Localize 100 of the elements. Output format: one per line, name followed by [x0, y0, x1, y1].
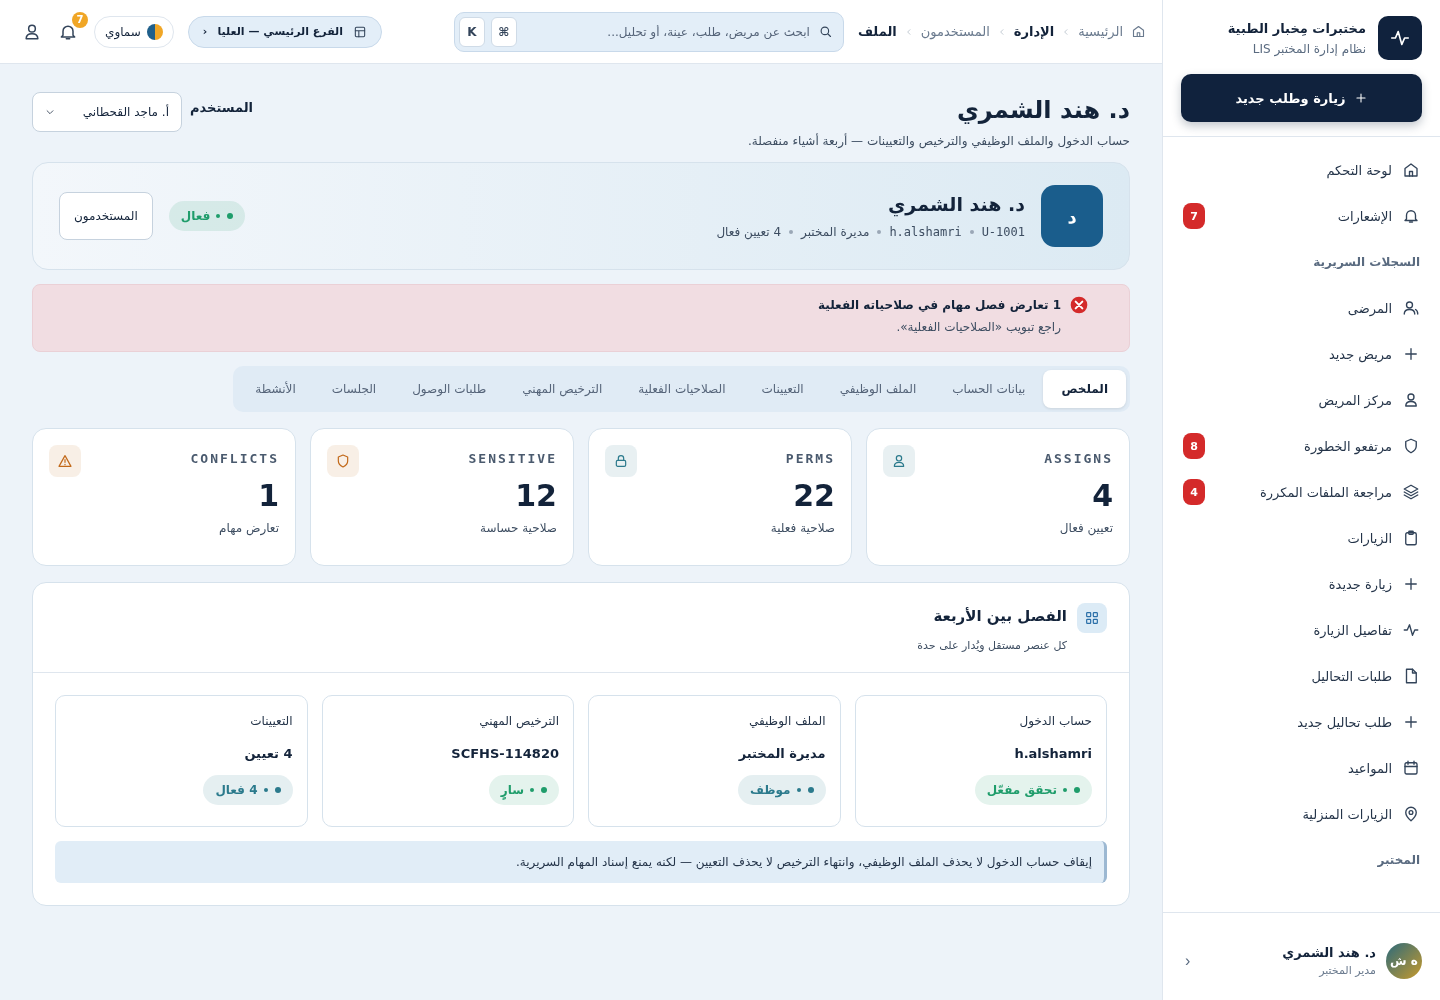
clipboard-icon: [1402, 529, 1420, 547]
user-icon: [1402, 391, 1420, 409]
notification-badge: 7: [72, 11, 88, 28]
brand-subtitle: نظام إدارة المختبر LIS: [1251, 41, 1366, 56]
new-visit-button[interactable]: زيارة وطلب جديد: [1181, 74, 1422, 122]
stat-value: 12: [515, 478, 557, 513]
stat-caption: تعيين فعال: [1059, 521, 1113, 535]
collapse-button[interactable]: ‹: [1181, 951, 1195, 970]
nav-item[interactable]: تفاصيل الزيارة: [1183, 622, 1392, 638]
layers-icon: [1402, 483, 1420, 501]
stat-caption: صلاحية فعلية: [770, 521, 835, 535]
alert-title: 1 تعارض فصل مهام في صلاحياته الفعلية: [818, 298, 1061, 312]
nav-item[interactable]: المواعيد: [1183, 760, 1392, 776]
keyboard-key: ⌘: [490, 16, 517, 47]
count-badge: 4: [1183, 479, 1205, 505]
stat-caption: تعارض مهام: [219, 521, 279, 535]
stat-label: ASSIGNS: [1044, 451, 1113, 466]
tab[interactable]: الصلاحيات الفعلية: [620, 370, 744, 408]
stat-caption: صلاحية حساسة: [480, 521, 557, 535]
home-icon: [1402, 161, 1420, 179]
page-subtitle: حساب الدخول والملف الوظيفي والترخيص والتعيينات — أربعة أشياء منفصلة.: [747, 134, 1130, 148]
stat-value: 1: [258, 478, 279, 513]
count-badge: 8: [1183, 433, 1205, 459]
plus-icon: [1402, 575, 1420, 593]
info-value: 4 تعيين: [244, 746, 293, 761]
chevron-icon: [904, 27, 913, 36]
bell-icon: [1402, 207, 1420, 225]
profile-meta: U-1001: [981, 225, 1025, 239]
user-select[interactable]: أ. ماجد القحطاني: [32, 92, 182, 132]
users-button[interactable]: المستخدمون: [59, 192, 153, 240]
users-icon: [1402, 299, 1420, 317]
chevron-icon: [997, 27, 1006, 36]
nav-item[interactable]: مراجعة الملفات المكررة: [1215, 484, 1392, 500]
nav-item[interactable]: لوحة التحكم: [1183, 162, 1392, 178]
stat-value: 4: [1092, 478, 1113, 513]
info-label: التعيينات: [250, 714, 293, 728]
error-icon: [1069, 295, 1089, 315]
info-label: الملف الوظيفي: [748, 714, 826, 728]
profile-meta: h.alshamri: [889, 225, 962, 239]
tab[interactable]: الملخص: [1043, 370, 1126, 408]
nav-item[interactable]: طلب تحاليل جديد: [1183, 714, 1392, 730]
location-pin-icon: [1402, 805, 1420, 823]
nav-section-label: المختبر: [1376, 852, 1420, 869]
pulse-icon: [1402, 621, 1420, 639]
field-label: المستخدم: [190, 100, 253, 115]
info-label: حساب الدخول: [1019, 714, 1092, 728]
logo-icon: [1378, 16, 1422, 60]
nav-item[interactable]: طلبات التحاليل: [1183, 668, 1392, 684]
breadcrumb-link[interactable]: المستخدمون: [920, 24, 990, 39]
nav-item[interactable]: الزيارات: [1183, 530, 1392, 546]
tab[interactable]: بيانات الحساب: [934, 370, 1044, 408]
plus-icon: [1402, 713, 1420, 731]
avatar: ه ش: [1386, 942, 1422, 979]
chevron-down-icon: [45, 107, 55, 117]
theme-toggle[interactable]: سماوي: [94, 15, 174, 48]
nav-item[interactable]: الإشعارات: [1215, 208, 1392, 224]
chevron-icon: [1062, 27, 1071, 36]
grid-icon: [1084, 610, 1100, 626]
profile-name: د. هند الشمري: [886, 193, 1025, 215]
breadcrumb-link[interactable]: الرئيسية: [1078, 24, 1123, 39]
tab[interactable]: التعيينات: [743, 370, 822, 408]
nav-item[interactable]: مركز المريض: [1183, 392, 1392, 408]
calendar-icon: [1402, 759, 1420, 777]
profile-meta: 4 تعيين فعال: [716, 225, 782, 239]
count-badge: 7: [1183, 203, 1205, 229]
plus-icon: [1402, 345, 1420, 363]
nav-item[interactable]: مريض جديد: [1183, 346, 1392, 362]
breadcrumb-link[interactable]: الملف: [857, 24, 897, 39]
info-label: الترخيص المهني: [479, 714, 559, 728]
stat-label: PERMS: [785, 451, 835, 466]
status-chip: سارٍ: [488, 775, 559, 805]
info-value: مديرة المختبر: [738, 746, 826, 761]
tab[interactable]: طلبات الوصول: [394, 370, 505, 408]
alert-text: راجع تبويب «الصلاحيات الفعلية».: [895, 320, 1061, 334]
branch-selector[interactable]: الفرع الرئيسي — العليا ‹: [187, 15, 382, 48]
plus-icon: [1353, 91, 1368, 105]
info-value: SCFHS-114820: [451, 746, 559, 761]
nav-item[interactable]: مرتفعو الخطورة: [1215, 438, 1392, 454]
tab[interactable]: الملف الوظيفي: [821, 370, 935, 408]
status-chip: فعال: [168, 201, 246, 231]
tab[interactable]: الترخيص المهني: [504, 370, 621, 408]
info-value: h.alshamri: [1014, 746, 1092, 761]
stat-label: CONFLICTS: [190, 451, 279, 466]
home-icon: [1131, 24, 1146, 39]
tab[interactable]: الجلسات: [313, 370, 395, 408]
status-chip: موظف: [737, 775, 826, 805]
page-title: د. هند الشمري: [955, 96, 1130, 124]
profile-meta: مديرة المختبر: [801, 225, 870, 239]
table-icon: [352, 24, 367, 39]
stat-value: 22: [793, 478, 835, 513]
keyboard-key: K: [458, 16, 485, 47]
nav-item[interactable]: الزيارات المنزلية: [1183, 806, 1392, 822]
section-subtitle: كل عنصر مستقل ويُدار على حدة: [917, 639, 1067, 652]
info-note: إيقاف حساب الدخول لا يحذف الملف الوظيفي، وانتهاء الترخيص لا يحذف التعيين — لكنه يمنع إسناد المهام السريرية.: [55, 841, 1107, 883]
user-name: د. هند الشمري: [1281, 944, 1376, 960]
tab[interactable]: الأنشطة: [237, 370, 314, 408]
nav-item[interactable]: المرضى: [1183, 300, 1392, 316]
nav-item[interactable]: زيارة جديدة: [1183, 576, 1392, 592]
breadcrumb-link[interactable]: الإدارة: [1013, 24, 1055, 39]
avatar: د: [1041, 185, 1103, 247]
